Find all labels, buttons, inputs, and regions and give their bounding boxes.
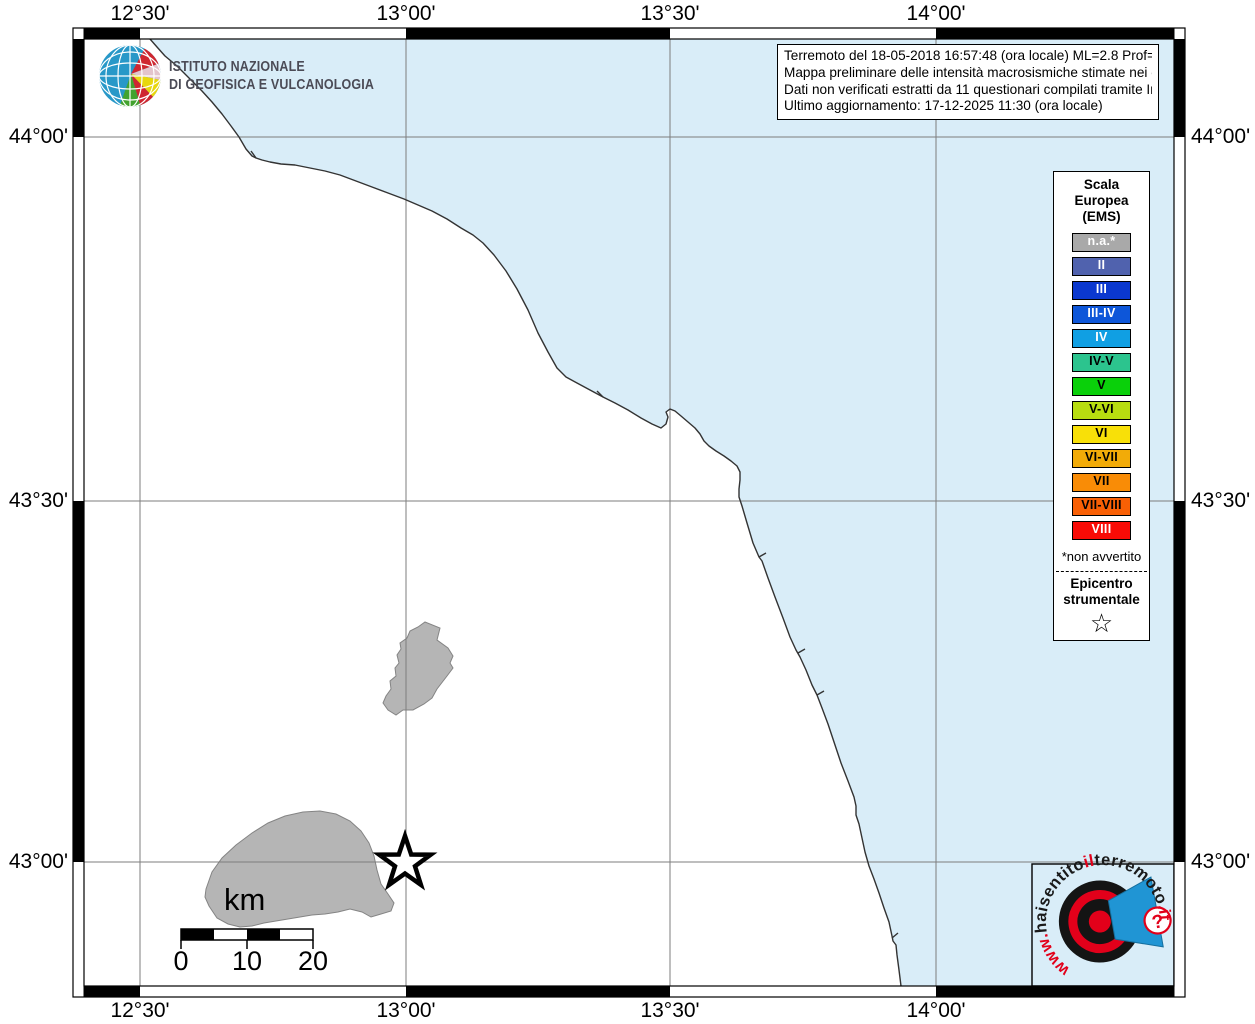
- legend-swatch-vii: VII: [1072, 473, 1131, 492]
- legend-swatch-ii: II: [1072, 257, 1131, 276]
- axis-label-right-1: 44°00': [1191, 125, 1250, 149]
- legend-title: Scala Europea (EMS): [1054, 177, 1149, 225]
- legend-footnote: *non avvertito: [1054, 549, 1149, 564]
- axis-label-top-3: 13°30': [640, 2, 699, 26]
- axis-label-bottom-2: 13°00': [376, 999, 435, 1023]
- axis-label-top-1: 12°30': [110, 2, 169, 26]
- ingv-logo-line2: DI GEOFISICA E VULCANOLOGIA: [169, 77, 374, 93]
- axis-label-bottom-4: 14°00': [906, 999, 965, 1023]
- legend-swatch-vi-vii: VI-VII: [1072, 449, 1131, 468]
- axis-label-right-3: 43°00': [1191, 850, 1250, 874]
- info-line-source: Dati non verificati estratti da 11 quest…: [784, 82, 1152, 99]
- earthquake-info-box: Terremoto del 18-05-2018 16:57:48 (ora l…: [777, 44, 1159, 120]
- legend-swatch-vii-viii: VII-VIII: [1072, 497, 1131, 516]
- scalebar-unit-label: km: [224, 882, 265, 918]
- info-line-maptype: Mappa preliminare delle intensità macros…: [784, 65, 1152, 82]
- legend-swatch-v-vi: V-VI: [1072, 401, 1131, 420]
- macroseismic-map-page: ? www.haisentitoilterremoto.it: [0, 0, 1255, 1024]
- legend-swatch-iii-iv: III-IV: [1072, 305, 1131, 324]
- axis-label-left-2: 43°30': [9, 489, 68, 513]
- legend-swatch-na: n.a.*: [1072, 233, 1131, 252]
- scalebar-tick-0: 0: [173, 946, 188, 977]
- legend-divider: [1056, 571, 1147, 572]
- axis-label-left-1: 44°00': [9, 125, 68, 149]
- axis-label-top-2: 13°00': [376, 2, 435, 26]
- legend-swatch-iv-v: IV-V: [1072, 353, 1131, 372]
- legend-swatch-vi: VI: [1072, 425, 1131, 444]
- scalebar-tick-20: 20: [298, 946, 328, 977]
- info-line-event: Terremoto del 18-05-2018 16:57:48 (ora l…: [784, 48, 1152, 65]
- axis-label-bottom-1: 12°30': [110, 999, 169, 1023]
- ingv-logo-line1: ISTITUTO NAZIONALE: [169, 59, 305, 75]
- legend-swatch-iii: III: [1072, 281, 1131, 300]
- axis-label-left-3: 43°00': [9, 850, 68, 874]
- axis-label-top-4: 14°00': [906, 2, 965, 26]
- legend-epicenter-title: Epicentro strumentale: [1054, 576, 1149, 608]
- legend-swatch-v: V: [1072, 377, 1131, 396]
- scalebar-tick-10: 10: [232, 946, 262, 977]
- legend-star-icon: ☆: [1054, 609, 1149, 637]
- ems-legend: Scala Europea (EMS) n.a.* II III III-IV …: [1053, 171, 1150, 641]
- axis-label-bottom-3: 13°30': [640, 999, 699, 1023]
- legend-swatch-iv: IV: [1072, 329, 1131, 348]
- info-line-update: Ultimo aggiornamento: 17-12-2025 11:30 (…: [784, 98, 1152, 115]
- legend-swatch-viii: VIII: [1072, 521, 1131, 540]
- axis-label-right-2: 43°30': [1191, 489, 1250, 513]
